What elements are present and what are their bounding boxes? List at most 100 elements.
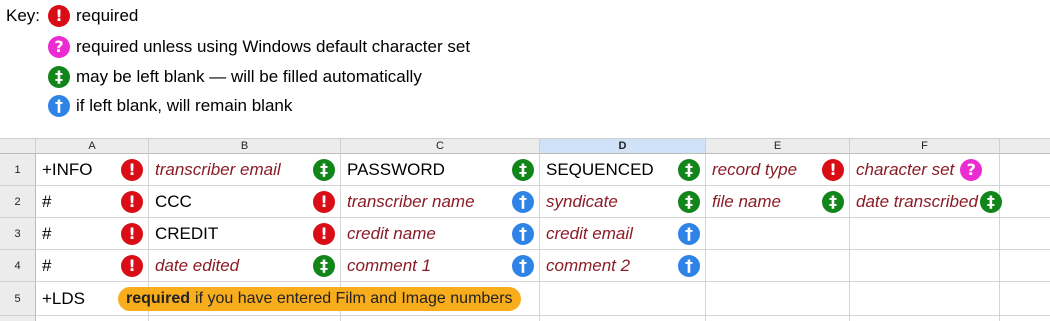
cell-d6[interactable] xyxy=(540,316,706,321)
row-header-4[interactable]: 4 xyxy=(0,250,36,282)
cell-text: file name xyxy=(712,191,781,211)
cell-text: transcriber name xyxy=(347,191,475,211)
column-header-a[interactable]: A xyxy=(36,138,149,154)
key-label: required unless using Windows default ch… xyxy=(76,37,471,56)
cell-text: date transcribed xyxy=(856,191,978,211)
cell-d3[interactable]: credit email † xyxy=(540,218,706,250)
cell-text: character set xyxy=(856,159,955,179)
double-dagger-icon: ‡ xyxy=(313,158,335,181)
key-item-windows-charset: ? required unless using Windows default … xyxy=(48,35,470,59)
cell-b4[interactable]: date edited ‡ xyxy=(149,250,341,282)
cell-d4[interactable]: comment 2 † xyxy=(540,250,706,282)
cell-c6[interactable] xyxy=(341,316,540,321)
cell-f2[interactable]: date transcribed ‡ xyxy=(850,186,1002,218)
cell-text: CCC xyxy=(155,191,192,211)
cell-e1[interactable]: record type ! xyxy=(706,154,850,186)
row-header-2[interactable]: 2 xyxy=(0,186,36,218)
cell-f5[interactable] xyxy=(850,282,1000,316)
row-header-5[interactable]: 5 xyxy=(0,282,36,316)
cell-text: # xyxy=(42,255,52,275)
cell-text: CREDIT xyxy=(155,223,219,243)
key-item-required: ! required xyxy=(48,4,138,28)
exclamation-icon: ! xyxy=(822,158,844,181)
column-header-f[interactable]: F xyxy=(850,138,1000,154)
cell-f4[interactable] xyxy=(850,250,1000,282)
cell-text: # xyxy=(42,191,52,211)
key-item-auto-filled: ‡ may be left blank — will be filled aut… xyxy=(48,65,422,89)
dagger-icon: † xyxy=(678,254,700,277)
double-dagger-icon: ‡ xyxy=(822,190,844,213)
dagger-icon: † xyxy=(678,222,700,245)
cell-c2[interactable]: transcriber name † xyxy=(341,186,540,218)
dagger-icon: † xyxy=(512,190,534,213)
required-note-pill: required if you have entered Film and Im… xyxy=(118,287,521,311)
cell-a3[interactable]: # ! xyxy=(36,218,149,250)
cell-g5[interactable] xyxy=(1000,282,1050,316)
cell-a1[interactable]: +INFO ! xyxy=(36,154,149,186)
cell-text: syndicate xyxy=(546,191,618,211)
cell-g6[interactable] xyxy=(1000,316,1050,321)
double-dagger-icon: ‡ xyxy=(313,254,335,277)
cell-a6[interactable] xyxy=(36,316,149,321)
cell-e6[interactable] xyxy=(706,316,850,321)
column-header-c[interactable]: C xyxy=(341,138,540,154)
cell-a4[interactable]: # ! xyxy=(36,250,149,282)
cell-e5[interactable] xyxy=(706,282,850,316)
key-legend: Key: ! required ? required unless using … xyxy=(0,0,1050,130)
cell-text: +INFO xyxy=(42,159,93,179)
note-text: if you have entered Film and Image numbe… xyxy=(195,290,513,307)
cell-f6[interactable] xyxy=(850,316,1000,321)
double-dagger-icon: ‡ xyxy=(512,158,534,181)
cell-text: credit email xyxy=(546,223,633,243)
question-icon: ? xyxy=(960,158,983,181)
cell-text: date edited xyxy=(155,255,240,275)
cell-b3[interactable]: CREDIT ! xyxy=(149,218,341,250)
cell-c1[interactable]: PASSWORD ‡ xyxy=(341,154,540,186)
column-header-d[interactable]: D xyxy=(540,138,706,154)
dagger-icon: † xyxy=(512,222,534,245)
double-dagger-icon: ‡ xyxy=(678,190,700,213)
key-label: may be left blank — will be filled autom… xyxy=(76,67,422,86)
key-label: required xyxy=(76,6,139,25)
cell-b6[interactable] xyxy=(149,316,341,321)
column-header-b[interactable]: B xyxy=(149,138,341,154)
cell-d5[interactable] xyxy=(540,282,706,316)
key-item-remain-blank: † if left blank, will remain blank xyxy=(48,94,292,118)
cell-text: PASSWORD xyxy=(347,159,445,179)
cell-text: SEQUENCED xyxy=(546,159,654,179)
cell-g2[interactable] xyxy=(1000,186,1050,218)
cell-e3[interactable] xyxy=(706,218,850,250)
row-header-3[interactable]: 3 xyxy=(0,218,36,250)
cell-a2[interactable]: # ! xyxy=(36,186,149,218)
exclamation-icon: ! xyxy=(313,190,335,213)
cell-g4[interactable] xyxy=(1000,250,1050,282)
cell-f1[interactable]: character set ? xyxy=(850,154,1000,186)
cell-text: comment 2 xyxy=(546,255,631,275)
exclamation-icon: ! xyxy=(48,5,70,27)
cell-b1[interactable]: transcriber email ‡ xyxy=(149,154,341,186)
cell-b2[interactable]: CCC ! xyxy=(149,186,341,218)
cell-d2[interactable]: syndicate ‡ xyxy=(540,186,706,218)
double-dagger-icon: ‡ xyxy=(979,190,1002,213)
cell-e4[interactable] xyxy=(706,250,850,282)
question-icon: ? xyxy=(48,36,70,58)
dagger-icon: † xyxy=(48,95,70,117)
cell-d1[interactable]: SEQUENCED ‡ xyxy=(540,154,706,186)
column-header-blank[interactable] xyxy=(1000,138,1050,154)
note-bold: required xyxy=(126,290,191,307)
cell-g1[interactable] xyxy=(1000,154,1050,186)
row-header-1[interactable]: 1 xyxy=(0,154,36,186)
cell-text: comment 1 xyxy=(347,255,432,275)
cell-g3[interactable] xyxy=(1000,218,1050,250)
cell-c3[interactable]: credit name † xyxy=(341,218,540,250)
cell-f3[interactable] xyxy=(850,218,1000,250)
cell-c4[interactable]: comment 1 † xyxy=(341,250,540,282)
row-header-6[interactable] xyxy=(0,316,36,321)
corner-select-all[interactable] xyxy=(0,138,36,154)
cell-text: credit name xyxy=(347,223,436,243)
exclamation-icon: ! xyxy=(121,190,143,213)
column-header-e[interactable]: E xyxy=(706,138,850,154)
cell-e2[interactable]: file name ‡ xyxy=(706,186,850,218)
exclamation-icon: ! xyxy=(121,254,143,277)
exclamation-icon: ! xyxy=(313,222,335,245)
